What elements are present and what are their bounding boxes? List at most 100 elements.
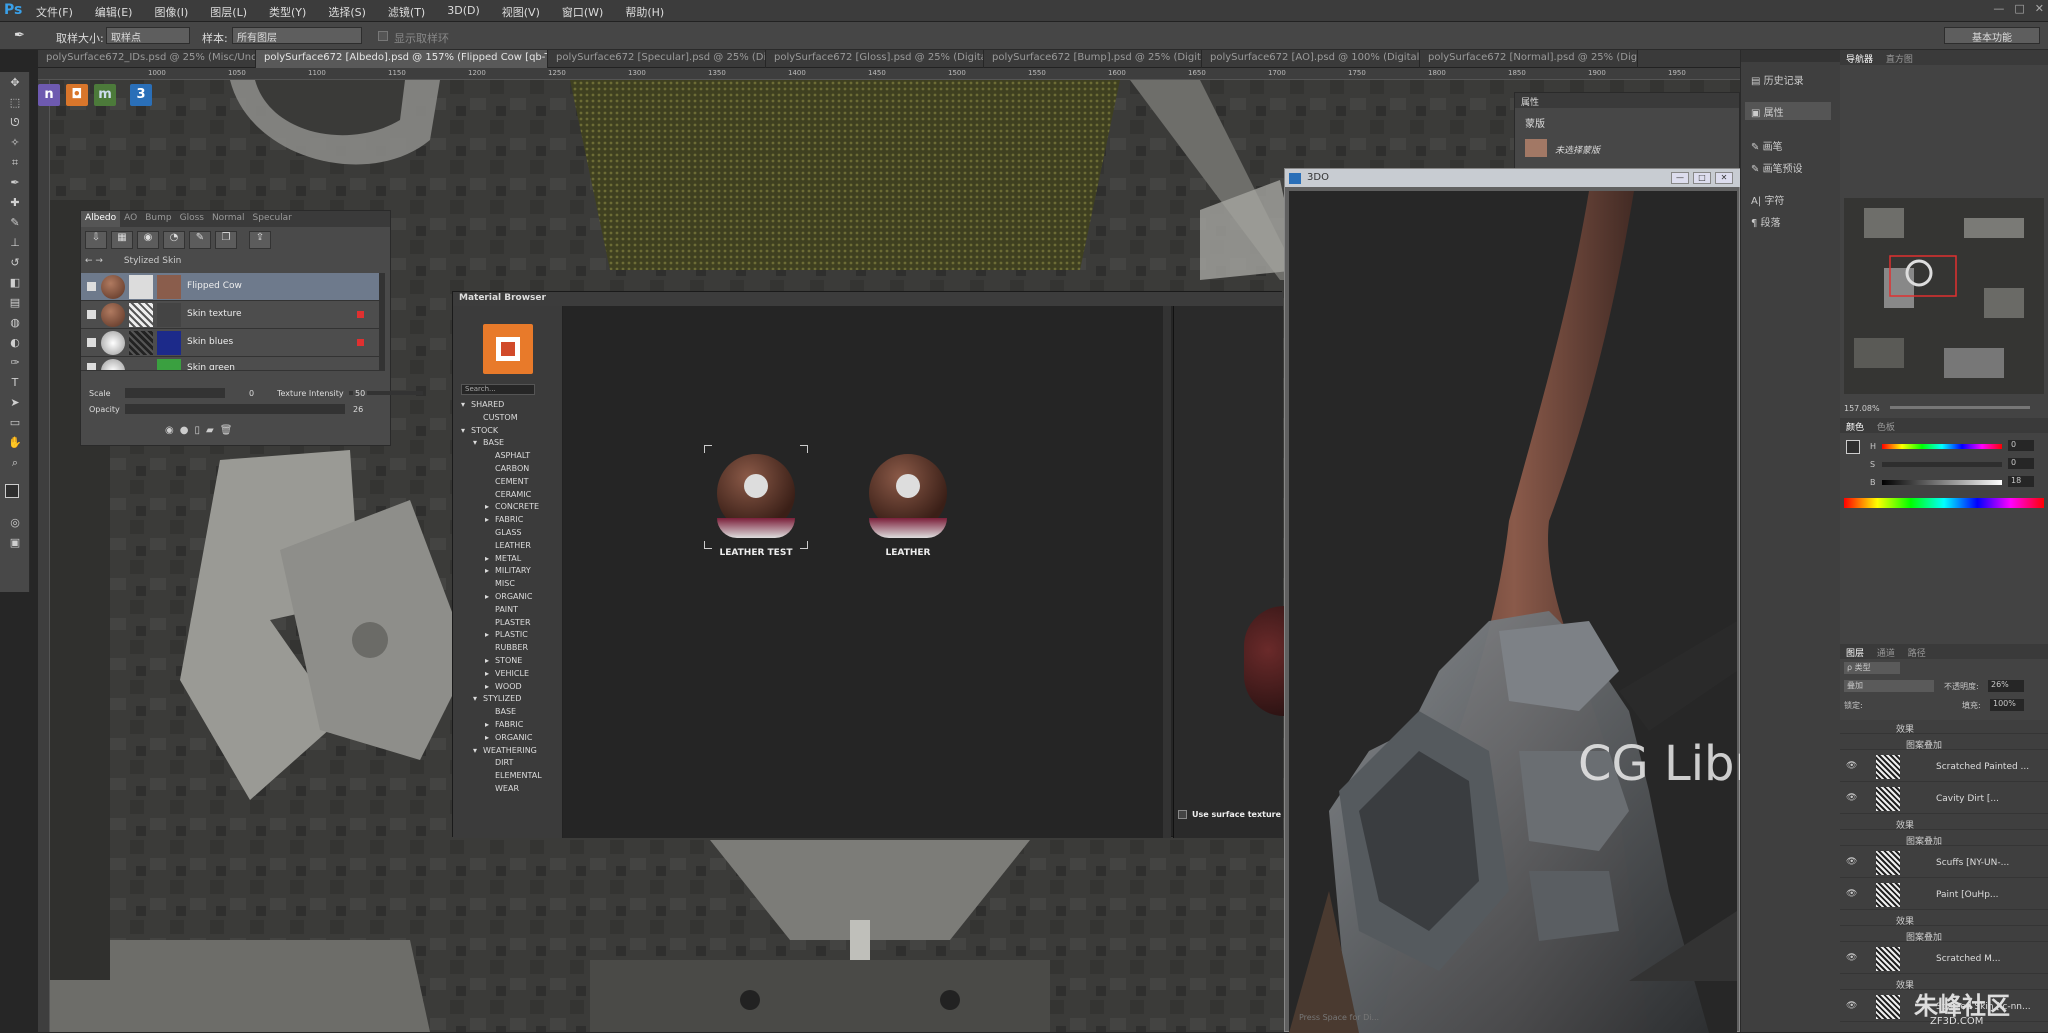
- texture-intensity-value[interactable]: 50: [353, 389, 368, 398]
- layer-opacity-input[interactable]: 26%: [1988, 680, 2024, 692]
- tree-item[interactable]: ▾ BASE: [473, 438, 504, 447]
- type-tool-icon[interactable]: T: [6, 376, 24, 390]
- tree-item[interactable]: ▾ STYLIZED: [473, 694, 521, 703]
- properties-panel-button[interactable]: ▣ 属性: [1745, 102, 1831, 120]
- menu-3d[interactable]: 3D(D): [447, 4, 480, 20]
- navigator-thumbnail[interactable]: [1844, 198, 2044, 394]
- maximize-icon[interactable]: □: [1693, 172, 1711, 184]
- brush-panel-button[interactable]: ✎ 画笔: [1751, 138, 1783, 153]
- layer-effect-row[interactable]: 图案叠加: [1840, 832, 2048, 847]
- tree-item[interactable]: WEAR: [485, 784, 519, 793]
- sphere-icon[interactable]: ●: [180, 425, 189, 436]
- collapsed-arrow-icon[interactable]: ▸: [485, 630, 495, 639]
- fill-input[interactable]: 100%: [1990, 699, 2024, 711]
- tree-item[interactable]: ▸ STONE: [485, 656, 522, 665]
- collapsed-arrow-icon[interactable]: ▸: [485, 554, 495, 563]
- paragraph-panel-button[interactable]: ¶ 段落: [1751, 214, 1781, 229]
- quick-mask-icon[interactable]: ◎: [6, 516, 24, 530]
- substance-n-icon[interactable]: n: [38, 84, 60, 106]
- layer-filter-select[interactable]: ρ 类型: [1844, 662, 1900, 674]
- zoom-tool-icon[interactable]: ⌕: [6, 456, 24, 470]
- stamp-tool-icon[interactable]: ⊥: [6, 236, 24, 250]
- folder-icon[interactable]: ▰: [206, 425, 214, 436]
- move-tool-icon[interactable]: ✥: [6, 76, 24, 90]
- maximize-icon[interactable]: □: [2014, 2, 2024, 15]
- navigator-zoom-slider[interactable]: [1890, 406, 2030, 409]
- menu-filter[interactable]: 滤镜(T): [388, 4, 425, 20]
- dodge-tool-icon[interactable]: ◐: [6, 336, 24, 350]
- expanded-arrow-icon[interactable]: ▾: [461, 400, 471, 409]
- new-layer-icon[interactable]: ▦: [111, 231, 133, 249]
- gradient-tool-icon[interactable]: ▤: [6, 296, 24, 310]
- visibility-toggle[interactable]: [87, 338, 96, 347]
- 3d-viewport[interactable]: Press Space for Di...: [1289, 191, 1737, 1033]
- blend-mode-select[interactable]: 叠加: [1844, 680, 1934, 692]
- tree-item[interactable]: ▸ WOOD: [485, 682, 522, 691]
- tab-bump-channel[interactable]: Bump: [141, 211, 175, 227]
- menu-select[interactable]: 选择(S): [328, 4, 366, 20]
- tree-item[interactable]: ▸ CONCRETE: [485, 502, 539, 511]
- tree-item[interactable]: PLASTER: [485, 618, 531, 627]
- export-icon[interactable]: ⇪: [249, 231, 271, 249]
- import-icon[interactable]: ⇩: [85, 231, 107, 249]
- history-brush-icon[interactable]: ↺: [6, 256, 24, 270]
- tab-albedo-channel[interactable]: Albedo: [81, 211, 121, 227]
- workspace-select[interactable]: 基本功能: [1944, 27, 2040, 44]
- substance-m-icon[interactable]: m: [94, 84, 116, 106]
- crop-tool-icon[interactable]: ⌗: [6, 156, 24, 170]
- expanded-arrow-icon[interactable]: ▾: [473, 694, 483, 703]
- close-icon[interactable]: ✕: [2035, 2, 2044, 15]
- eyedropper-tool-icon[interactable]: ✒: [6, 176, 24, 190]
- eye-icon[interactable]: 👁: [1846, 761, 1857, 771]
- tab-ao[interactable]: polySurface672 [AO].psd @ 100% (Digital …: [1202, 50, 1420, 68]
- collapsed-arrow-icon[interactable]: ▸: [485, 515, 495, 524]
- layer-effect-row[interactable]: 图案叠加: [1840, 928, 2048, 943]
- tree-item[interactable]: ▾ STOCK: [461, 426, 498, 435]
- tab-ids[interactable]: polySurface672_IDs.psd @ 25% (Misc/Unde.…: [38, 50, 256, 68]
- layer-row[interactable]: Flipped Cow: [81, 273, 381, 301]
- saturation-slider[interactable]: [1882, 462, 2002, 467]
- tree-item[interactable]: DIRT: [485, 758, 513, 767]
- tab-albedo[interactable]: polySurface672 [Albedo].psd @ 157% (Flip…: [256, 50, 548, 68]
- collapsed-arrow-icon[interactable]: ▸: [485, 720, 495, 729]
- tree-item[interactable]: ▸ METAL: [485, 554, 521, 563]
- foreground-color-swatch[interactable]: [5, 484, 19, 498]
- tree-item[interactable]: ▸ ORGANIC: [485, 733, 532, 742]
- layer-row[interactable]: Skin green: [81, 357, 381, 371]
- tree-item[interactable]: GLASS: [485, 528, 521, 537]
- eye-icon[interactable]: 👁: [1846, 1001, 1857, 1011]
- brightness-slider[interactable]: [1882, 480, 2002, 485]
- eyedropper-icon[interactable]: ✒: [14, 28, 25, 43]
- layer-effect-row[interactable]: 效果: [1840, 816, 2048, 831]
- eye-icon[interactable]: 👁: [1846, 889, 1857, 899]
- tab-color[interactable]: 颜色: [1846, 423, 1864, 433]
- duplicate-icon[interactable]: ❐: [215, 231, 237, 249]
- blur-tool-icon[interactable]: ◍: [6, 316, 24, 330]
- layer-row[interactable]: Skin blues: [81, 329, 381, 357]
- s-value[interactable]: 0: [2008, 458, 2034, 469]
- scale-value[interactable]: 0: [249, 389, 254, 398]
- eye-icon[interactable]: 👁: [1846, 793, 1857, 803]
- path-select-icon[interactable]: ➤: [6, 396, 24, 410]
- visibility-toggle[interactable]: [87, 310, 96, 319]
- expanded-arrow-icon[interactable]: ▾: [461, 426, 471, 435]
- tree-item[interactable]: CUSTOM: [473, 413, 518, 422]
- menu-type[interactable]: 类型(Y): [269, 4, 306, 20]
- brush-icon[interactable]: ✎: [189, 231, 211, 249]
- tab-swatches[interactable]: 色板: [1877, 423, 1895, 433]
- pen-tool-icon[interactable]: ✑: [6, 356, 24, 370]
- collapsed-arrow-icon[interactable]: ▸: [485, 733, 495, 742]
- tree-item[interactable]: ▸ FABRIC: [485, 515, 523, 524]
- tab-bump[interactable]: polySurface672 [Bump].psd @ 25% (Digital…: [984, 50, 1202, 68]
- tree-item[interactable]: ▾ SHARED: [461, 400, 504, 409]
- sample-size-select[interactable]: 取样点: [106, 27, 190, 44]
- navigator-zoom[interactable]: 157.08%: [1844, 404, 1880, 413]
- tab-gloss[interactable]: polySurface672 [Gloss].psd @ 25% (Digita…: [766, 50, 984, 68]
- menu-window[interactable]: 窗口(W): [562, 4, 603, 20]
- visibility-toggle[interactable]: [87, 282, 96, 291]
- hand-tool-icon[interactable]: ✋: [6, 436, 24, 450]
- tree-item[interactable]: ▸ MILITARY: [485, 566, 531, 575]
- opacity-slider[interactable]: [125, 404, 345, 414]
- h-value[interactable]: 0: [2008, 440, 2034, 451]
- tree-item[interactable]: ▸ VEHICLE: [485, 669, 529, 678]
